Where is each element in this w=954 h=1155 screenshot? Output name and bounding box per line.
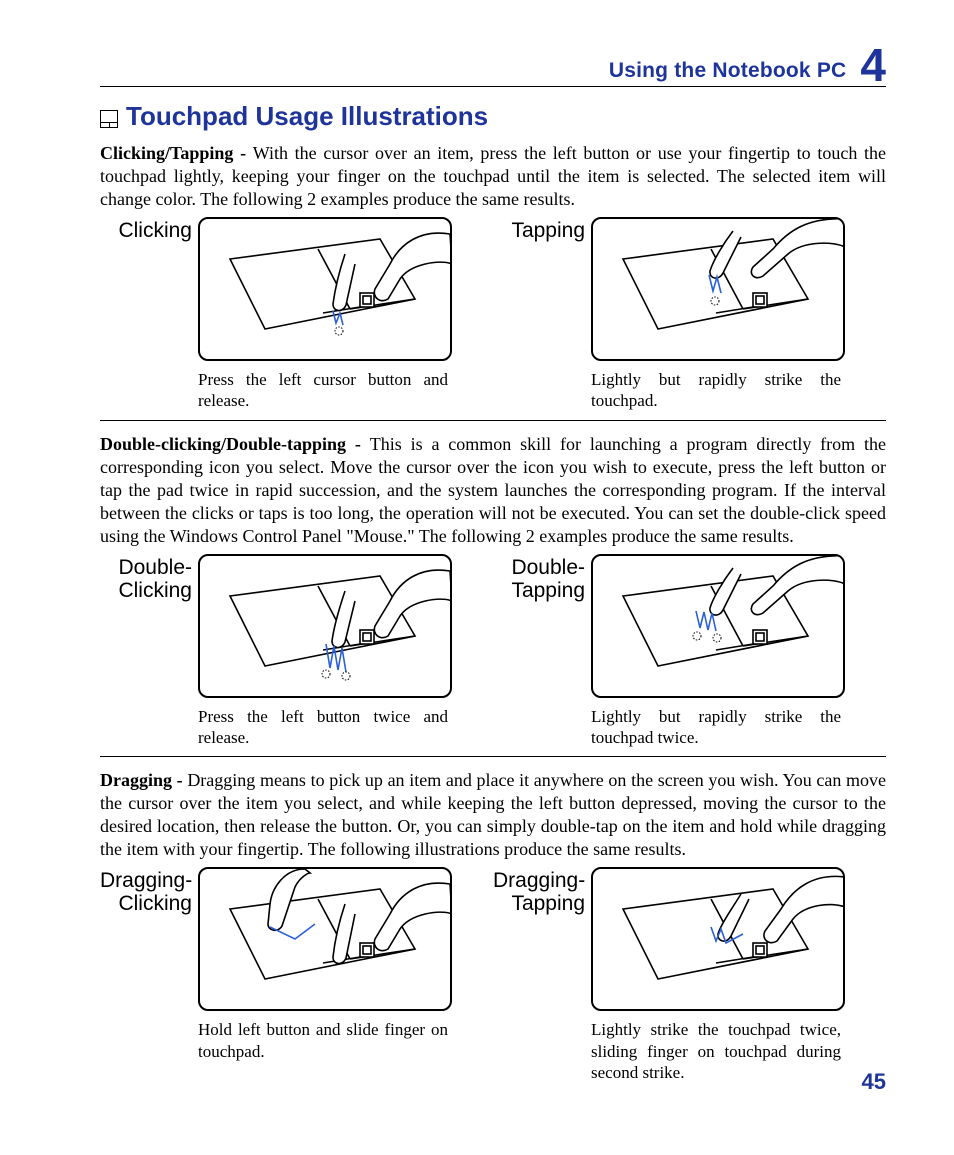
caption-double-click: Press the left button twice and release.: [198, 706, 448, 749]
manual-page: Using the Notebook PC 4 Touchpad Usage I…: [0, 0, 954, 1155]
section-heading: Touchpad Usage Illustrations: [100, 101, 886, 132]
intro-click: Clicking/Tapping - With the cursor over …: [100, 142, 886, 211]
caption-tapping: Lightly but rapidly strike the touchpad.: [591, 369, 841, 412]
row-click: Clicking: [100, 217, 886, 412]
diagram-clicking: [198, 217, 452, 361]
section-double: Double-clicking/Double-tapping - This is…: [100, 433, 886, 749]
caption-drag-tap: Lightly strike the touchpad twice, slidi…: [591, 1019, 841, 1083]
col-clicking: Clicking: [100, 217, 493, 412]
diagram-double-tap: [591, 554, 845, 698]
col-double-tap: Double-Tapping: [493, 554, 886, 749]
intro-click-bold: Clicking/Tapping -: [100, 143, 253, 163]
diagram-drag-tap: [591, 867, 845, 1011]
diagram-double-click: [198, 554, 452, 698]
label-double-click: Double-Clicking: [100, 554, 198, 602]
divider-2: [100, 756, 886, 757]
label-drag-tap: Dragging-Tapping: [493, 867, 591, 915]
col-tapping: Tapping: [493, 217, 886, 412]
col-drag-click: Dragging-Clicking: [100, 867, 493, 1083]
caption-drag-click: Hold left button and slide finger on tou…: [198, 1019, 448, 1062]
touchpad-heading-icon: [100, 110, 118, 128]
caption-clicking: Press the left cursor button and release…: [198, 369, 448, 412]
row-double: Double-Clicking: [100, 554, 886, 749]
diagram-drag-click: [198, 867, 452, 1011]
intro-double-bold: Double-clicking/Double-tapping -: [100, 434, 370, 454]
page-number: 45: [862, 1069, 886, 1095]
section-click: Clicking/Tapping - With the cursor over …: [100, 142, 886, 412]
chapter-number: 4: [860, 42, 886, 88]
label-double-tap: Double-Tapping: [493, 554, 591, 602]
running-header: Using the Notebook PC 4: [100, 38, 886, 87]
intro-drag: Dragging - Dragging means to pick up an …: [100, 769, 886, 861]
label-clicking: Clicking: [100, 217, 198, 242]
row-drag: Dragging-Clicking: [100, 867, 886, 1083]
section-drag: Dragging - Dragging means to pick up an …: [100, 769, 886, 1083]
label-drag-click: Dragging-Clicking: [100, 867, 198, 915]
intro-drag-rest: Dragging means to pick up an item and pl…: [100, 770, 886, 859]
heading-text: Touchpad Usage Illustrations: [126, 101, 488, 132]
diagram-tapping: [591, 217, 845, 361]
caption-double-tap: Lightly but rapidly strike the touchpad …: [591, 706, 841, 749]
col-drag-tap: Dragging-Tapping: [493, 867, 886, 1083]
divider-1: [100, 420, 886, 421]
col-double-click: Double-Clicking: [100, 554, 493, 749]
label-tapping: Tapping: [493, 217, 591, 242]
header-title: Using the Notebook PC: [609, 59, 847, 83]
intro-drag-bold: Dragging -: [100, 770, 187, 790]
intro-double: Double-clicking/Double-tapping - This is…: [100, 433, 886, 548]
